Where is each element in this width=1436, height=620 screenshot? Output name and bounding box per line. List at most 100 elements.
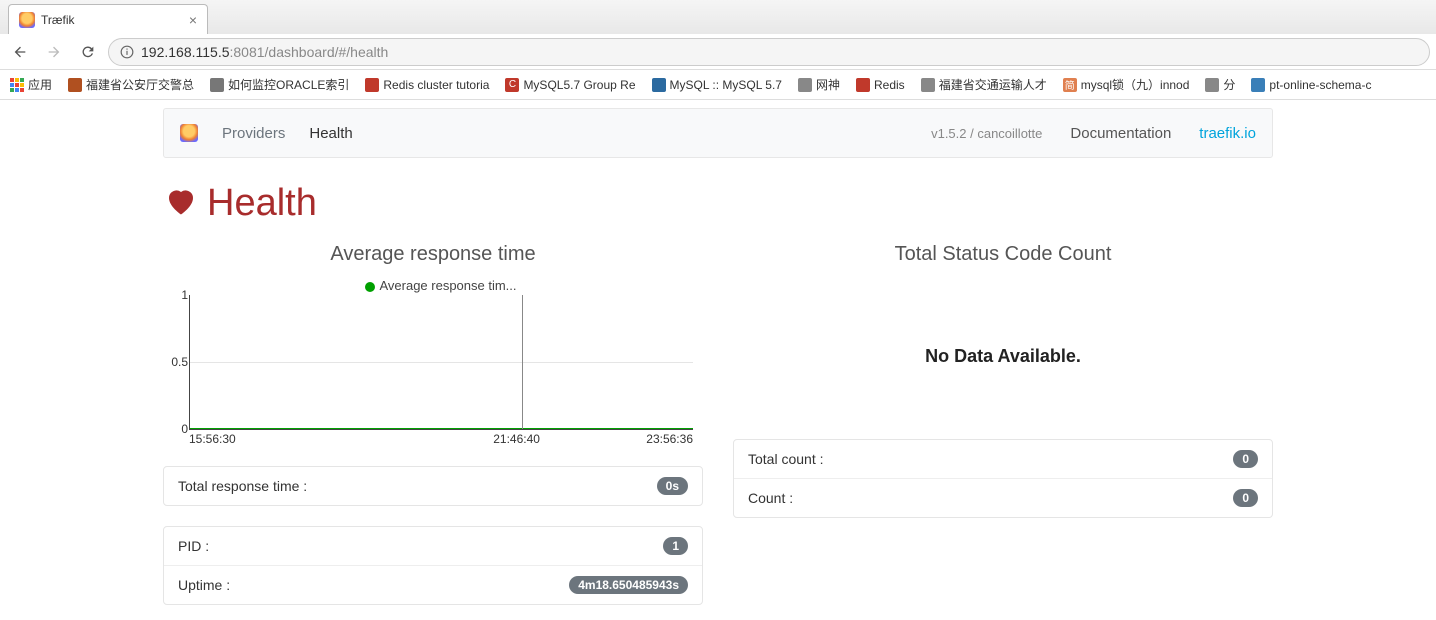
- chart-legend: Average response tim...: [189, 278, 693, 293]
- bookmarks-bar: 应用 福建省公安厅交警总 如何监控ORACLE索引 Redis cluster …: [0, 70, 1436, 100]
- version-label: v1.5.2 / cancoillotte: [931, 126, 1042, 141]
- page-heading: Health: [207, 182, 317, 225]
- no-data-label: No Data Available.: [733, 346, 1273, 367]
- status-badge: 0: [1233, 489, 1258, 507]
- url-host: 192.168.115.5: [141, 44, 230, 60]
- chart-plot-area[interactable]: 1 0.5 0: [189, 295, 693, 430]
- bookmark-item[interactable]: 简 mysql锁（九）innod: [1059, 74, 1194, 95]
- heart-icon: [163, 183, 199, 224]
- y-tick: 0.5: [171, 355, 188, 369]
- page-content: Providers Health v1.5.2 / cancoillotte D…: [0, 108, 1436, 605]
- bookmark-icon: [210, 78, 224, 92]
- url-path: /dashboard/#/health: [265, 44, 389, 60]
- apps-label: 应用: [28, 76, 52, 93]
- bookmark-label: 福建省公安厅交警总: [86, 76, 194, 93]
- bookmark-icon: [921, 78, 935, 92]
- x-tick: 23:56:36: [646, 432, 693, 446]
- bookmark-label: 网神: [816, 76, 840, 93]
- stat-row-total-count: Total count : 0: [734, 440, 1272, 478]
- browser-toolbar: 192.168.115.5:8081/dashboard/#/health: [0, 34, 1436, 70]
- right-column: Total Status Code Count No Data Availabl…: [733, 243, 1273, 605]
- cursor-line: [522, 295, 523, 429]
- y-tick: 1: [181, 288, 188, 302]
- browser-tab[interactable]: Træfik ×: [8, 4, 208, 34]
- nav-providers[interactable]: Providers: [222, 125, 285, 142]
- page-title: Health: [163, 182, 1273, 225]
- traefik-io-link[interactable]: traefik.io: [1199, 125, 1256, 142]
- bookmark-item[interactable]: C MySQL5.7 Group Re: [501, 76, 639, 94]
- gridline: [190, 362, 693, 363]
- forward-button: [40, 38, 68, 66]
- status-badge: 0: [1233, 450, 1258, 468]
- bookmark-icon: [68, 78, 82, 92]
- bookmark-icon: [798, 78, 812, 92]
- tab-title: Træfik: [41, 13, 75, 27]
- bookmark-label: pt-online-schema-c: [1269, 78, 1371, 92]
- stat-row-total-response-time: Total response time : 0s: [164, 467, 702, 505]
- bookmark-icon: [1205, 78, 1219, 92]
- status-badge: 1: [663, 537, 688, 555]
- close-icon[interactable]: ×: [189, 12, 197, 28]
- bookmark-label: MySQL5.7 Group Re: [523, 78, 635, 92]
- count-card: Total count : 0 Count : 0: [733, 439, 1273, 518]
- status-badge: 4m18.650485943s: [569, 576, 688, 594]
- bookmark-item[interactable]: 分: [1201, 74, 1239, 95]
- brand-icon[interactable]: [180, 124, 198, 142]
- bookmark-icon: 简: [1063, 78, 1077, 92]
- stat-label: PID :: [178, 538, 663, 554]
- series-line: [190, 428, 693, 429]
- apps-icon: [10, 78, 24, 92]
- bookmark-icon: [652, 78, 666, 92]
- chart-left: Average response tim... 1 0.5 0 15:56: [163, 278, 703, 446]
- stat-row-pid: PID : 1: [164, 527, 702, 565]
- url-bar[interactable]: 192.168.115.5:8081/dashboard/#/health: [108, 38, 1430, 66]
- x-tick: 15:56:30: [189, 432, 236, 446]
- site-info-icon[interactable]: [119, 44, 135, 60]
- y-axis-labels: 1 0.5 0: [166, 295, 188, 429]
- stat-label: Uptime :: [178, 577, 569, 593]
- app-navbar: Providers Health v1.5.2 / cancoillotte D…: [163, 108, 1273, 158]
- bookmark-label: 如何监控ORACLE索引: [228, 76, 349, 93]
- bookmark-label: mysql锁（九）innod: [1081, 76, 1190, 93]
- bookmark-item[interactable]: Redis cluster tutoria: [361, 76, 493, 94]
- y-tick: 0: [181, 422, 188, 436]
- bookmark-icon: [365, 78, 379, 92]
- bookmark-item[interactable]: 福建省公安厅交警总: [64, 74, 198, 95]
- x-tick: 21:46:40: [493, 432, 540, 446]
- stat-row-uptime: Uptime : 4m18.650485943s: [164, 565, 702, 604]
- reload-button[interactable]: [74, 38, 102, 66]
- url-port: :8081: [230, 44, 265, 60]
- documentation-link[interactable]: Documentation: [1070, 125, 1171, 142]
- stat-label: Total count :: [748, 451, 1233, 467]
- bookmark-item[interactable]: 网神: [794, 74, 844, 95]
- nav-health[interactable]: Health: [309, 125, 352, 142]
- bookmark-label: MySQL :: MySQL 5.7: [670, 78, 782, 92]
- chart-left-title: Average response time: [163, 243, 703, 266]
- favicon-icon: [19, 12, 35, 28]
- bookmark-item[interactable]: MySQL :: MySQL 5.7: [648, 76, 786, 94]
- stat-row-count: Count : 0: [734, 478, 1272, 517]
- bookmark-label: 分: [1223, 76, 1235, 93]
- back-button[interactable]: [6, 38, 34, 66]
- legend-dot-icon: [365, 282, 375, 292]
- process-card: PID : 1 Uptime : 4m18.650485943s: [163, 526, 703, 605]
- browser-chrome: Træfik × 192.168.115.5:8081/dashboard/#/…: [0, 0, 1436, 100]
- response-time-card: Total response time : 0s: [163, 466, 703, 506]
- bookmark-item[interactable]: 如何监控ORACLE索引: [206, 74, 353, 95]
- stat-label: Count :: [748, 490, 1233, 506]
- stat-label: Total response time :: [178, 478, 657, 494]
- chart-right-title: Total Status Code Count: [733, 243, 1273, 266]
- bookmark-icon: C: [505, 78, 519, 92]
- status-badge: 0s: [657, 477, 688, 495]
- bookmark-label: Redis: [874, 78, 905, 92]
- tab-strip: Træfik ×: [0, 0, 1436, 34]
- bookmark-icon: [856, 78, 870, 92]
- bookmark-item[interactable]: Redis: [852, 76, 909, 94]
- bookmark-item[interactable]: pt-online-schema-c: [1247, 76, 1375, 94]
- bookmark-label: Redis cluster tutoria: [383, 78, 489, 92]
- bookmark-item[interactable]: 福建省交通运输人才: [917, 74, 1051, 95]
- apps-button[interactable]: 应用: [6, 74, 56, 95]
- bookmark-icon: [1251, 78, 1265, 92]
- x-axis-labels: 15:56:30 21:46:40 23:56:36: [189, 432, 693, 446]
- left-column: Average response time Average response t…: [163, 243, 703, 605]
